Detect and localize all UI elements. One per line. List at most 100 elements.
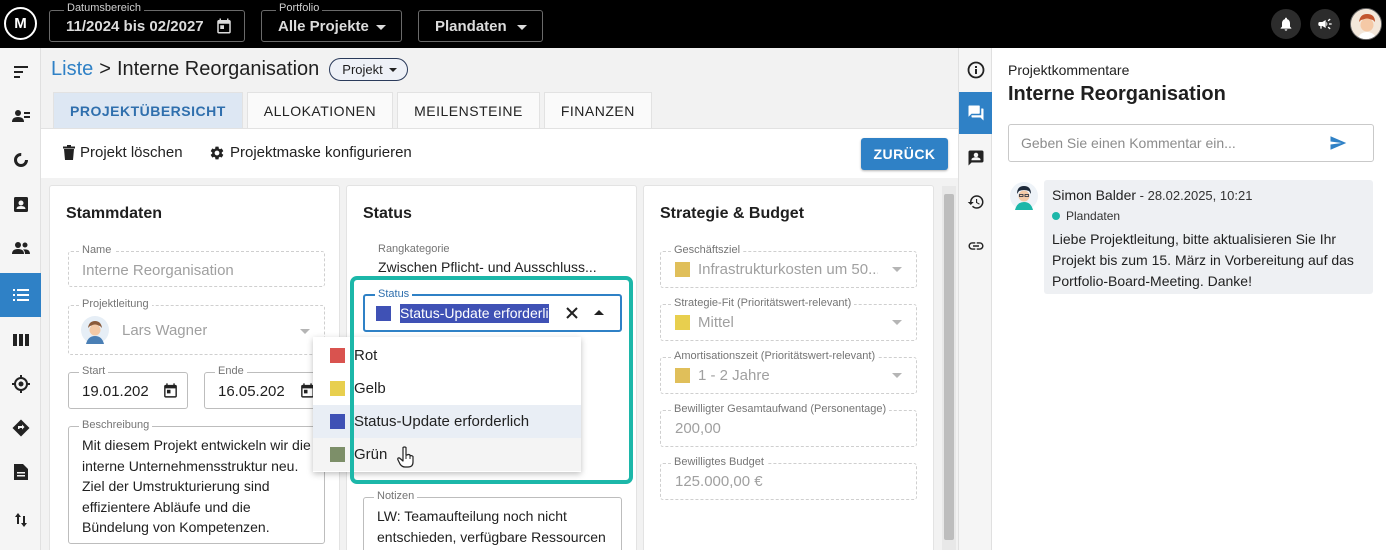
- green-swatch: [330, 447, 345, 462]
- document-icon: [13, 464, 28, 480]
- field-label: Beschreibung: [79, 419, 153, 431]
- person-list-icon: [11, 110, 30, 122]
- start-date-field[interactable]: Start 19.01.202: [68, 365, 188, 409]
- rank-value: Zwischen Pflicht- und Ausschluss...: [378, 259, 597, 275]
- content-scrollbar[interactable]: [942, 186, 956, 550]
- project-lead-field[interactable]: Projektleitung Lars Wagner: [68, 298, 325, 355]
- chevron-down-icon: [300, 329, 310, 334]
- nav-target[interactable]: [0, 364, 41, 404]
- field-value: 200,00: [675, 420, 721, 437]
- chevron-down-icon: [517, 25, 527, 30]
- clear-icon[interactable]: [565, 306, 579, 320]
- status-option-yellow[interactable]: Gelb: [313, 372, 581, 405]
- send-icon[interactable]: [1329, 134, 1347, 152]
- chevron-down-icon: [376, 25, 386, 30]
- gear-icon: [210, 146, 224, 159]
- fit-color-swatch: [675, 315, 690, 330]
- chevron-down-icon: [388, 67, 397, 72]
- strategy-fit-field[interactable]: Strategie-Fit (Prioritätswert-relevant) …: [660, 297, 917, 341]
- top-bar: M Datumsbereich 11/2024 bis 02/2027 Port…: [0, 0, 1386, 48]
- status-option-green[interactable]: Grün: [313, 438, 581, 471]
- project-type-chip[interactable]: Projekt: [329, 58, 408, 81]
- nav-teams[interactable]: [0, 228, 41, 268]
- chevron-up-icon[interactable]: [594, 310, 604, 315]
- main-area: Liste > Interne Reorganisation Projekt P…: [41, 48, 958, 550]
- data-type-select[interactable]: Plandaten: [418, 10, 543, 42]
- approved-effort-field[interactable]: Bewilligter Gesamtaufwand (Personentage)…: [660, 403, 917, 447]
- comments-tab[interactable]: [959, 92, 992, 134]
- donut-chart-icon: [13, 153, 28, 167]
- user-avatar[interactable]: [1350, 8, 1382, 40]
- group-icon: [11, 242, 30, 254]
- nav-import-export[interactable]: [0, 500, 41, 540]
- status-option-update-required[interactable]: Status-Update erforderlich: [313, 405, 581, 438]
- delete-project-button[interactable]: Projekt löschen: [63, 144, 183, 161]
- field-value: 1 - 2 Jahre: [698, 367, 770, 384]
- logo-text: M: [14, 15, 27, 32]
- name-field[interactable]: Name Interne Reorganisation: [68, 244, 325, 287]
- date-range-field[interactable]: Datumsbereich 11/2024 bis 02/2027: [49, 2, 245, 42]
- history-tab[interactable]: [959, 182, 992, 222]
- bell-icon: [1280, 17, 1292, 31]
- field-label: Ende: [215, 365, 247, 377]
- tab-allocations[interactable]: ALLOKATIONEN: [246, 92, 394, 128]
- app-logo[interactable]: M: [4, 7, 37, 40]
- tab-project-overview[interactable]: PROJEKTÜBERSICHT: [53, 92, 243, 128]
- comment-item: Simon Balder - 28.02.2025, 10:21 Plandat…: [1044, 180, 1373, 294]
- field-label: Bewilligtes Budget: [671, 456, 767, 468]
- card-title: Strategie & Budget: [660, 205, 805, 222]
- payback-field[interactable]: Amortisationszeit (Prioritätswert-releva…: [660, 350, 917, 394]
- diamond-direction-icon: [12, 419, 29, 437]
- back-button[interactable]: ZURÜCK: [861, 138, 948, 170]
- history-icon: [967, 195, 983, 209]
- portfolio-select[interactable]: Portfolio Alle Projekte: [261, 2, 402, 42]
- tab-finances[interactable]: FINANZEN: [543, 92, 652, 128]
- notes-field[interactable]: Notizen LW: Teamaufteilung noch nicht en…: [363, 490, 622, 550]
- notifications-button[interactable]: [1271, 9, 1301, 39]
- description-field[interactable]: Beschreibung Mit diesem Projekt entwicke…: [68, 419, 325, 544]
- nav-roadmap[interactable]: [0, 408, 41, 448]
- calendar-icon[interactable]: [162, 382, 179, 399]
- scrollbar-thumb[interactable]: [944, 194, 954, 540]
- list-icon: [12, 289, 29, 301]
- field-label: Projektleitung: [79, 298, 152, 310]
- field-value: LW: Teamaufteilung noch nicht entschiede…: [377, 508, 606, 550]
- configure-mask-button[interactable]: Projektmaske konfigurieren: [209, 144, 412, 161]
- breadcrumb-list-link[interactable]: Liste: [51, 58, 93, 81]
- contacts-tab[interactable]: [959, 138, 992, 178]
- nav-dashboard[interactable]: [0, 140, 41, 180]
- comments-panel: Projektkommentare Interne Reorganisation…: [992, 48, 1386, 550]
- goal-color-swatch: [675, 262, 690, 277]
- status-label: Status: [375, 288, 413, 300]
- swap-vertical-icon: [14, 513, 27, 527]
- nav-assignments[interactable]: [0, 184, 41, 224]
- tab-milestones[interactable]: MEILENSTEINE: [397, 92, 540, 128]
- nav-project-list[interactable]: [0, 273, 41, 317]
- crosshair-icon: [11, 375, 30, 393]
- breadcrumb-separator: >: [99, 58, 111, 80]
- end-date-field[interactable]: Ende 16.05.202: [204, 365, 325, 409]
- status-option-red[interactable]: Rot: [313, 339, 581, 372]
- nav-board[interactable]: [0, 320, 41, 360]
- comment-input[interactable]: [1009, 125, 1319, 161]
- info-tab[interactable]: [959, 50, 992, 90]
- links-tab[interactable]: [959, 226, 992, 266]
- announcements-button[interactable]: [1310, 9, 1340, 39]
- status-selected-text[interactable]: Status-Update erforderlich: [400, 304, 549, 323]
- chat-bubbles-icon: [968, 105, 983, 121]
- field-label: Amortisationszeit (Prioritätswert-releva…: [671, 350, 879, 362]
- tag-dot: [1052, 212, 1060, 220]
- lead-avatar-icon: [81, 316, 109, 344]
- approved-budget-field[interactable]: Bewilligtes Budget 125.000,00 €: [660, 456, 917, 500]
- delete-project-label: Projekt löschen: [80, 144, 183, 161]
- field-label: Name: [79, 244, 115, 256]
- business-goal-field[interactable]: Geschäftsziel Infrastrukturkosten um 50.…: [660, 244, 917, 288]
- panel-subtitle: Projektkommentare: [1008, 62, 1130, 78]
- red-swatch: [330, 348, 345, 363]
- nav-resources[interactable]: [0, 96, 41, 136]
- nav-reports[interactable]: [0, 452, 41, 492]
- nav-gantt[interactable]: [0, 52, 41, 92]
- status-select[interactable]: Status Status-Update erforderlich: [363, 288, 622, 332]
- calendar-icon[interactable]: [215, 17, 233, 40]
- tag-label: Plandaten: [1066, 209, 1121, 223]
